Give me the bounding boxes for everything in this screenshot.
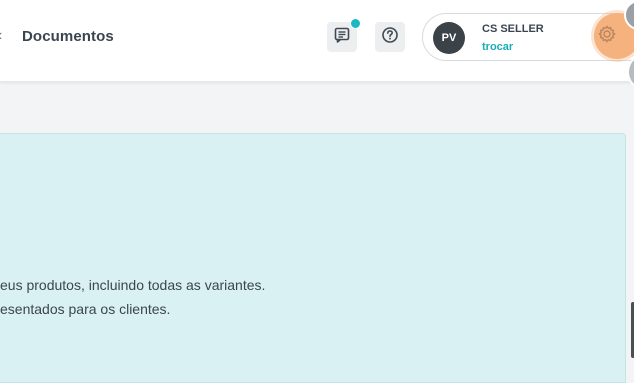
top-navigation-bar: ‹ Documentos PV CS SELLER trocar <box>0 0 634 89</box>
messages-button[interactable] <box>327 18 361 52</box>
message-icon <box>333 26 351 49</box>
info-text-line-2: esentados para os clientes. <box>0 301 171 317</box>
breadcrumb-documentos[interactable]: Documentos <box>22 27 114 47</box>
notification-badge <box>350 18 361 29</box>
switch-account-link[interactable]: trocar <box>482 40 513 54</box>
help-button[interactable] <box>375 22 405 52</box>
info-banner: eus produtos, incluindo todas as variant… <box>0 133 626 383</box>
help-circle-icon <box>381 26 399 49</box>
user-name: CS SELLER <box>482 23 544 35</box>
chevron-left-icon[interactable]: ‹ <box>0 26 2 46</box>
gear-icon <box>597 24 617 49</box>
info-text-line-1: eus produtos, incluindo todas as variant… <box>0 277 266 293</box>
avatar: PV <box>433 22 465 54</box>
